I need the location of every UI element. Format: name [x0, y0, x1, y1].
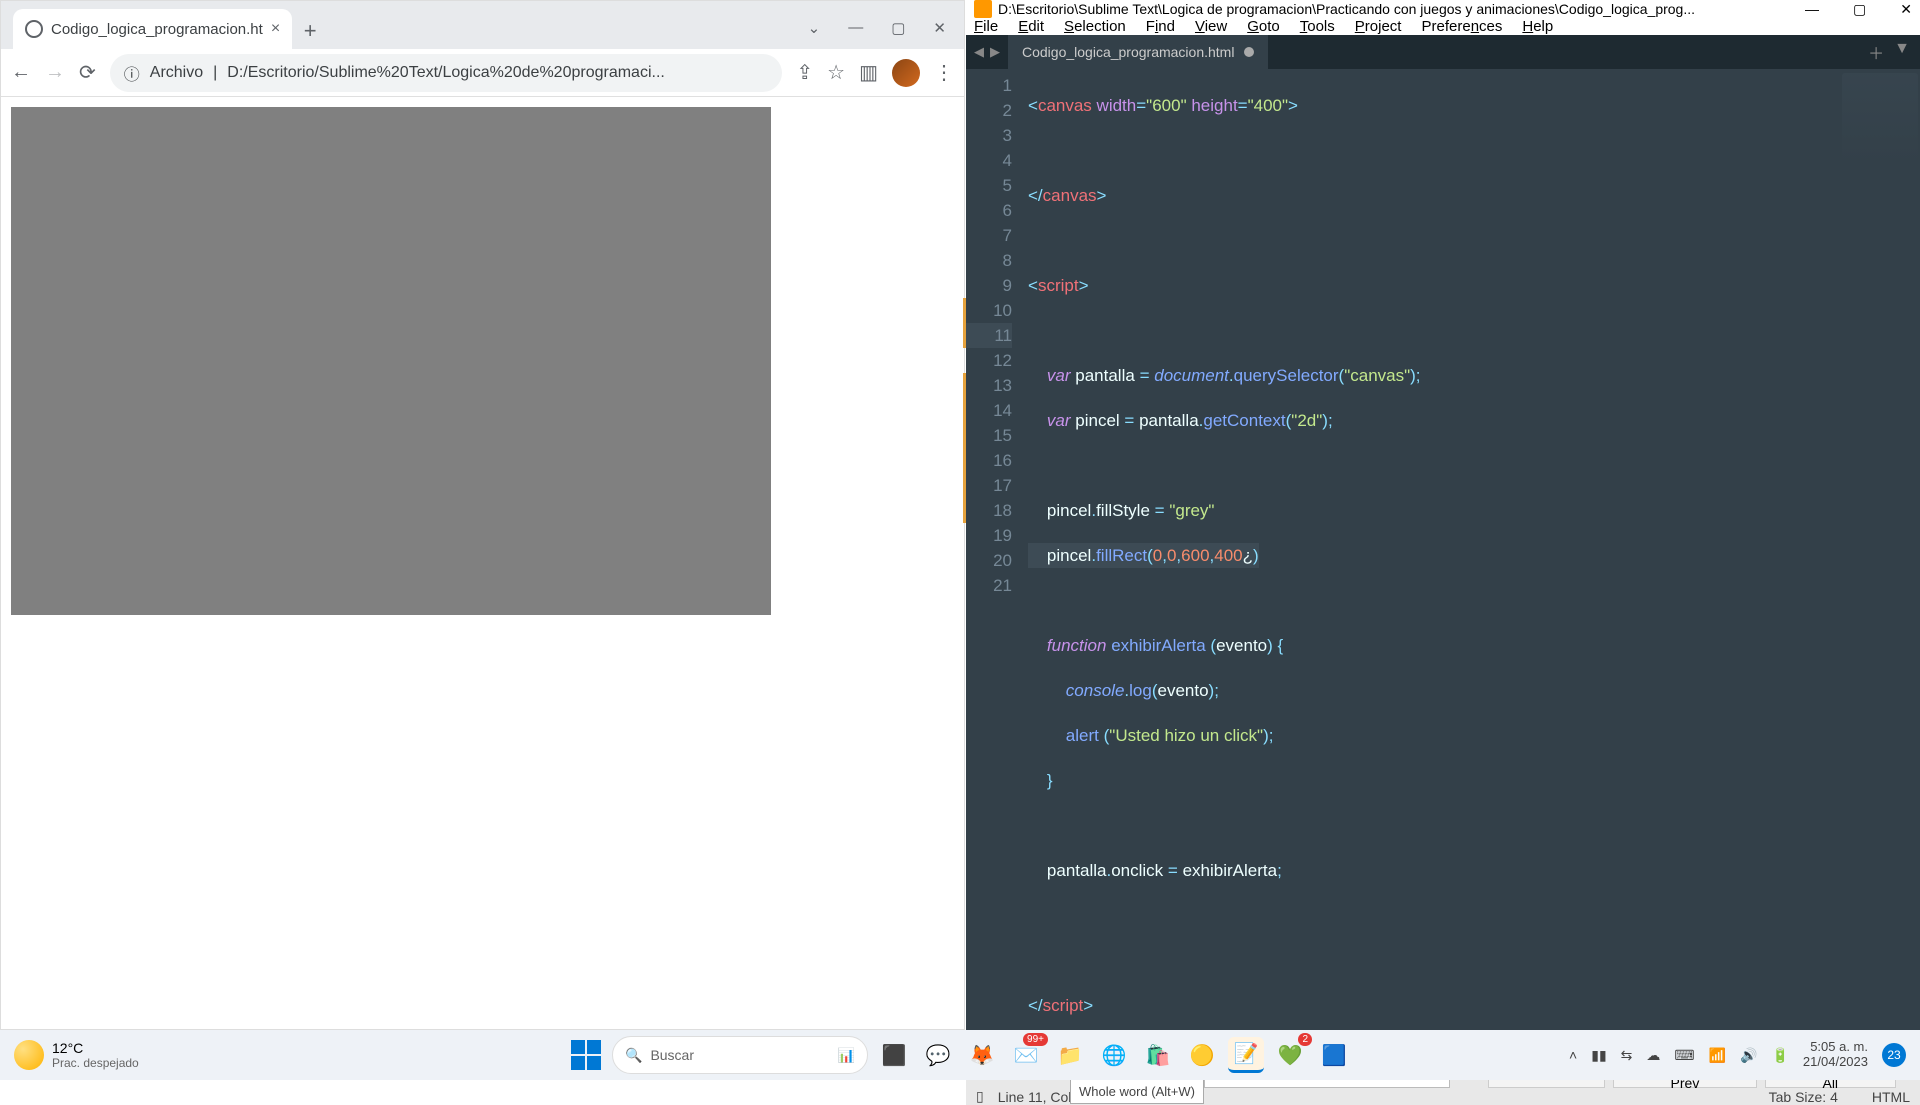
- tray-cloud-icon[interactable]: ☁: [1646, 1047, 1660, 1064]
- menu-goto[interactable]: Goto: [1247, 18, 1280, 35]
- syntax-mode[interactable]: HTML: [1872, 1089, 1910, 1105]
- sublime-tabbar: ◀ ▶ Codigo_logica_programacion.html ＋ ▼: [966, 35, 1920, 69]
- search-placeholder: Buscar: [650, 1047, 694, 1063]
- back-button[interactable]: ←: [11, 61, 31, 84]
- editor-area[interactable]: 123456789 101112 13141516 1718192021 <ca…: [966, 69, 1920, 1058]
- weather-widget[interactable]: 12°C Prac. despejado: [14, 1040, 139, 1070]
- menu-file[interactable]: File: [974, 18, 998, 35]
- forward-button[interactable]: →: [45, 61, 65, 84]
- maximize-icon[interactable]: ▢: [1853, 1, 1866, 18]
- canvas-element[interactable]: [11, 107, 771, 615]
- maximize-icon[interactable]: ▢: [891, 19, 905, 37]
- luna-icon[interactable]: 🟦: [1316, 1037, 1352, 1073]
- info-icon: ⓘ: [124, 61, 140, 85]
- edge-icon[interactable]: 🌐: [1096, 1037, 1132, 1073]
- line-gutter: 123456789 101112 13141516 1718192021: [966, 69, 1022, 1058]
- wifi-icon[interactable]: 📶: [1709, 1047, 1726, 1064]
- chrome-tab[interactable]: Codigo_logica_programacion.ht ×: [13, 9, 292, 49]
- globe-icon: [25, 20, 43, 38]
- chrome-window: Codigo_logica_programacion.ht × + ⌄ — ▢ …: [0, 0, 965, 1030]
- chevron-down-icon[interactable]: ⌄: [808, 19, 821, 37]
- tooltip: Whole word (Alt+W): [1070, 1079, 1204, 1104]
- close-icon[interactable]: ✕: [1900, 1, 1912, 18]
- sublime-taskbar-icon[interactable]: 📝: [1228, 1037, 1264, 1073]
- sublime-window: D:\Escritorio\Sublime Text\Logica de pro…: [966, 0, 1920, 1030]
- start-button[interactable]: [568, 1037, 604, 1073]
- editor-tab[interactable]: Codigo_logica_programacion.html: [1008, 35, 1268, 69]
- menu-find[interactable]: Find: [1146, 18, 1175, 35]
- tab-nav-fwd-icon[interactable]: ▶: [990, 44, 1000, 60]
- taskview-icon[interactable]: ⬛: [876, 1037, 912, 1073]
- url-divider: |: [213, 64, 217, 82]
- menu-tools[interactable]: Tools: [1300, 18, 1335, 35]
- reload-button[interactable]: ⟳: [79, 60, 96, 85]
- close-icon[interactable]: ✕: [933, 19, 946, 37]
- tray-keyboard-icon[interactable]: ⌨: [1674, 1047, 1694, 1064]
- address-bar[interactable]: ⓘ Archivo | D:/Escritorio/Sublime%20Text…: [110, 54, 783, 92]
- sublime-icon: [974, 0, 992, 18]
- chrome-toolbar: ← → ⟳ ⓘ Archivo | D:/Escritorio/Sublime%…: [1, 49, 964, 97]
- store-icon[interactable]: 🛍️: [1140, 1037, 1176, 1073]
- windows-taskbar: 12°C Prac. despejado 🔍 Buscar 📊 ⬛ 💬 🦊 ✉️…: [0, 1030, 1920, 1080]
- code-content[interactable]: <canvas width="600" height="400"> </canv…: [1022, 69, 1920, 1058]
- sublime-titlebar: D:\Escritorio\Sublime Text\Logica de pro…: [966, 0, 1920, 18]
- chrome-icon[interactable]: 🟡: [1184, 1037, 1220, 1073]
- sun-icon: [14, 1040, 44, 1070]
- menu-help[interactable]: Help: [1522, 18, 1553, 35]
- search-icon: 🔍: [625, 1047, 642, 1064]
- system-tray: ˄ ▮▮ ⇆ ☁ ⌨ 📶 🔊 🔋 5:05 a. m. 21/04/2023 2…: [1569, 1040, 1906, 1070]
- unsaved-dot-icon: [1244, 47, 1254, 57]
- search-box[interactable]: 🔍 Buscar 📊: [612, 1036, 868, 1074]
- tray-overflow-icon[interactable]: ˄: [1569, 1047, 1577, 1063]
- sidepanel-icon[interactable]: ▥: [859, 60, 878, 85]
- firefox-icon[interactable]: 🦊: [964, 1037, 1000, 1073]
- menu-edit[interactable]: Edit: [1018, 18, 1044, 35]
- share-icon[interactable]: ⇪: [796, 60, 813, 85]
- tab-list-icon[interactable]: ▼: [1894, 40, 1910, 64]
- chrome-viewport: [1, 97, 964, 625]
- url-text: D:/Escritorio/Sublime%20Text/Logica%20de…: [227, 64, 665, 82]
- taskbar-center: 🔍 Buscar 📊 ⬛ 💬 🦊 ✉️99+ 📁 🌐 🛍️ 🟡 📝 💚2 🟦: [568, 1036, 1352, 1074]
- minimap[interactable]: [1842, 73, 1918, 163]
- menu-project[interactable]: Project: [1355, 18, 1402, 35]
- notifications-badge[interactable]: 23: [1882, 1043, 1906, 1067]
- volume-icon[interactable]: 🔊: [1740, 1047, 1757, 1064]
- battery-icon[interactable]: 🔋: [1771, 1047, 1788, 1064]
- temperature: 12°C: [52, 1040, 139, 1056]
- tab-title: Codigo_logica_programacion.ht: [51, 21, 263, 38]
- explorer-icon[interactable]: 📁: [1052, 1037, 1088, 1073]
- mail-icon[interactable]: ✉️99+: [1008, 1037, 1044, 1073]
- search-extras-icon: 📊: [838, 1047, 855, 1064]
- minimize-icon[interactable]: —: [1805, 1, 1819, 18]
- url-scheme: Archivo: [150, 64, 203, 82]
- menu-view[interactable]: View: [1195, 18, 1227, 35]
- whatsapp-icon[interactable]: 💚2: [1272, 1037, 1308, 1073]
- profile-avatar[interactable]: [892, 59, 920, 87]
- window-controls: ⌄ — ▢ ✕: [808, 19, 964, 49]
- tray-app-icon[interactable]: ▮▮: [1591, 1047, 1606, 1064]
- menu-selection[interactable]: Selection: [1064, 18, 1126, 35]
- menu-icon[interactable]: ⋮: [934, 60, 954, 85]
- teams-icon[interactable]: 💬: [920, 1037, 956, 1073]
- menu-preferences[interactable]: Preferences: [1421, 18, 1502, 35]
- tab-nav-back-icon[interactable]: ◀: [974, 44, 984, 60]
- close-icon[interactable]: ×: [271, 20, 280, 38]
- add-tab-icon[interactable]: ＋: [1868, 40, 1884, 64]
- menu-bar: File Edit Selection Find View Goto Tools…: [966, 18, 1920, 35]
- tray-sync-icon[interactable]: ⇆: [1621, 1047, 1633, 1064]
- bookmark-icon[interactable]: ☆: [827, 60, 845, 85]
- minimize-icon[interactable]: —: [848, 19, 863, 37]
- chrome-tabstrip: Codigo_logica_programacion.ht × + ⌄ — ▢ …: [1, 1, 964, 49]
- weather-desc: Prac. despejado: [52, 1056, 139, 1070]
- tab-label: Codigo_logica_programacion.html: [1022, 44, 1234, 60]
- new-tab-button[interactable]: +: [292, 13, 328, 49]
- window-title: D:\Escritorio\Sublime Text\Logica de pro…: [998, 1, 1695, 17]
- panel-icon[interactable]: ▯: [976, 1088, 984, 1105]
- clock[interactable]: 5:05 a. m. 21/04/2023: [1803, 1040, 1868, 1070]
